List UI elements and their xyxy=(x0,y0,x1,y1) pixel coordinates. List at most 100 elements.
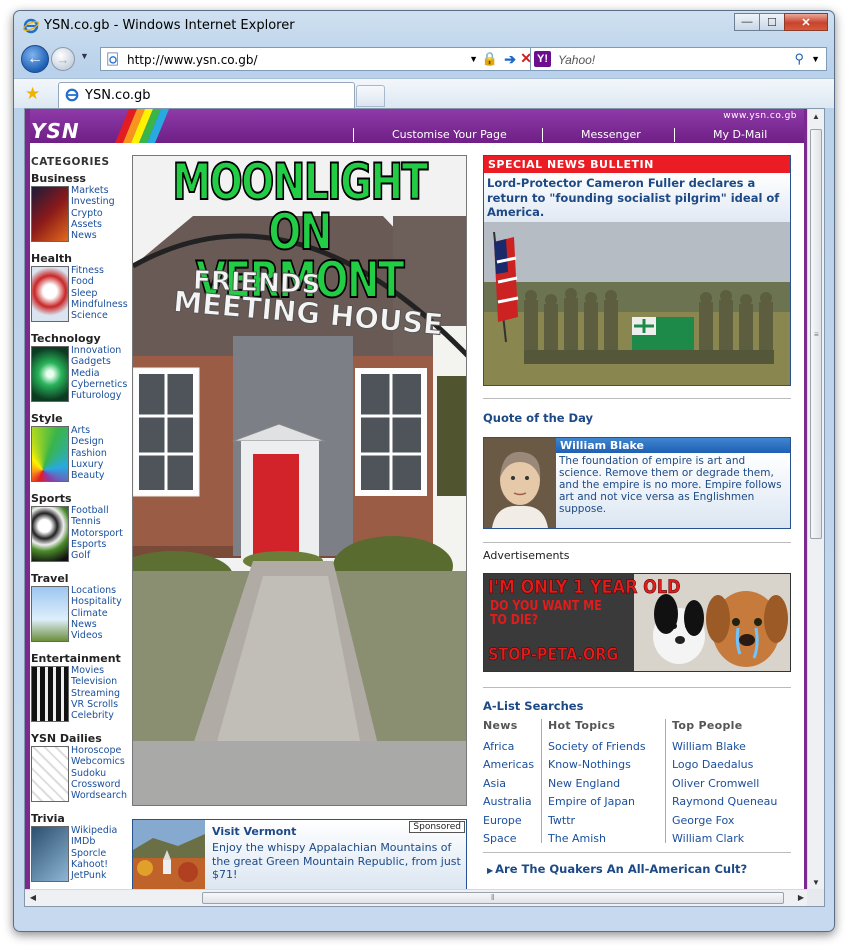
link-horoscope[interactable]: Horoscope xyxy=(71,745,127,756)
link-assets[interactable]: Assets xyxy=(71,219,115,230)
quaker-article-link[interactable]: ▶ Are The Quakers An All-American Cult? xyxy=(487,862,747,876)
link-innovation[interactable]: Innovation xyxy=(71,345,127,356)
search-box[interactable]: Y! Yahoo! ⚲ ▼ xyxy=(530,47,827,71)
maximize-button[interactable]: ☐ xyxy=(759,13,785,31)
health-thumbnail[interactable] xyxy=(31,266,69,322)
link-tennis[interactable]: Tennis xyxy=(71,516,123,527)
link-wikipedia[interactable]: Wikipedia xyxy=(71,825,117,836)
new-tab-button[interactable] xyxy=(356,85,385,107)
favorites-star-icon[interactable]: ★ xyxy=(25,84,40,104)
scroll-up-icon[interactable]: ▲ xyxy=(808,109,824,125)
link-vr-scrolls[interactable]: VR Scrolls xyxy=(71,699,120,710)
alist-link[interactable]: New England xyxy=(548,775,646,793)
scroll-left-icon[interactable]: ◀ xyxy=(25,890,41,906)
category-name[interactable]: Sports xyxy=(31,492,135,505)
sports-thumbnail[interactable] xyxy=(31,506,69,562)
technology-thumbnail[interactable] xyxy=(31,346,69,402)
search-icon[interactable]: ⚲ xyxy=(794,51,804,67)
link-webcomics[interactable]: Webcomics xyxy=(71,756,127,767)
link-crossword[interactable]: Crossword xyxy=(71,779,127,790)
go-icon[interactable]: ➔ xyxy=(504,51,516,68)
link-arts[interactable]: Arts xyxy=(71,425,107,436)
forward-button[interactable]: → xyxy=(51,47,75,71)
link-mindfulness[interactable]: Mindfulness xyxy=(71,299,128,310)
link-esports[interactable]: Esports xyxy=(71,539,123,550)
link-television[interactable]: Television xyxy=(71,676,120,687)
link-imdb[interactable]: IMDb xyxy=(71,836,117,847)
alist-link[interactable]: Americas xyxy=(483,756,534,774)
back-button[interactable]: ← xyxy=(21,45,49,73)
link-crypto[interactable]: Crypto xyxy=(71,208,115,219)
link-streaming[interactable]: Streaming xyxy=(71,688,120,699)
category-name[interactable]: YSN Dailies xyxy=(31,732,135,745)
link-jetpunk[interactable]: JetPunk xyxy=(71,870,117,881)
dailies-thumbnail[interactable] xyxy=(31,746,69,802)
link-football[interactable]: Football xyxy=(71,505,123,516)
style-thumbnail[interactable] xyxy=(31,426,69,482)
link-science[interactable]: Science xyxy=(71,310,128,321)
link-videos[interactable]: Videos xyxy=(71,630,122,641)
alist-link[interactable]: William Blake xyxy=(672,738,777,756)
horizontal-scrollbar[interactable]: ◀ ‖ ▶ xyxy=(25,889,809,906)
link-news[interactable]: News xyxy=(71,230,115,241)
alist-link[interactable]: Society of Friends xyxy=(548,738,646,756)
alist-link[interactable]: Asia xyxy=(483,775,534,793)
alist-link[interactable]: Logo Daedalus xyxy=(672,756,777,774)
category-name[interactable]: Business xyxy=(31,172,135,185)
link-sleep[interactable]: Sleep xyxy=(71,288,128,299)
category-name[interactable]: Technology xyxy=(31,332,135,345)
link-sudoku[interactable]: Sudoku xyxy=(71,768,127,779)
close-button[interactable]: ✕ xyxy=(784,13,828,31)
link-sporcle[interactable]: Sporcle xyxy=(71,848,117,859)
feature-story[interactable]: MOONLIGHT ON VERMONT FRIENDS MEETING HOU… xyxy=(132,155,467,806)
link-luxury[interactable]: Luxury xyxy=(71,459,107,470)
link-design[interactable]: Design xyxy=(71,436,107,447)
entertainment-thumbnail[interactable] xyxy=(31,666,69,722)
category-name[interactable]: Health xyxy=(31,252,135,265)
tab-ysn[interactable]: YSN.co.gb xyxy=(58,82,355,108)
search-dropdown-icon[interactable]: ▼ xyxy=(811,54,820,64)
link-climate[interactable]: Climate xyxy=(71,608,122,619)
link-futurology[interactable]: Futurology xyxy=(71,390,127,401)
address-dropdown-icon[interactable]: ▼ xyxy=(469,54,478,64)
address-bar[interactable]: http://www.ysn.co.gb/ ▼ 🔒 ➔ ✕ xyxy=(100,47,537,71)
alist-link[interactable]: Raymond Queneau xyxy=(672,793,777,811)
alist-link[interactable]: The Amish xyxy=(548,830,646,848)
alist-link[interactable]: Twttr xyxy=(548,812,646,830)
vertical-scrollbar[interactable]: ▲ ≡ ▼ xyxy=(807,109,824,891)
quote-author[interactable]: William Blake xyxy=(556,438,790,453)
advertisement-banner[interactable]: I'M ONLY 1 YEAR OLD DO YOU WANT ME TO DIE… xyxy=(483,573,791,672)
alist-link[interactable]: Empire of Japan xyxy=(548,793,646,811)
link-travel-news[interactable]: News xyxy=(71,619,122,630)
category-name[interactable]: Entertainment xyxy=(31,652,135,665)
alist-link[interactable]: George Fox xyxy=(672,812,777,830)
quaker-article-text[interactable]: Are The Quakers An All-American Cult? xyxy=(495,862,747,876)
link-investing[interactable]: Investing xyxy=(71,196,115,207)
category-name[interactable]: Travel xyxy=(31,572,135,585)
sponsored-title[interactable]: Visit Vermont xyxy=(212,825,296,838)
business-thumbnail[interactable] xyxy=(31,186,69,242)
category-name[interactable]: Trivia xyxy=(31,812,135,825)
alist-link[interactable]: Oliver Cromwell xyxy=(672,775,777,793)
alist-link[interactable]: Space xyxy=(483,830,534,848)
link-wordsearch[interactable]: Wordsearch xyxy=(71,790,127,801)
alist-link[interactable]: Australia xyxy=(483,793,534,811)
alist-link[interactable]: Know-Nothings xyxy=(548,756,646,774)
lock-icon[interactable]: 🔒 xyxy=(482,51,498,67)
alist-link[interactable]: Africa xyxy=(483,738,534,756)
link-cybernetics[interactable]: Cybernetics xyxy=(71,379,127,390)
news-bulletin[interactable]: SPECIAL NEWS BULLETIN Lord-Protector Cam… xyxy=(483,155,791,386)
link-beauty[interactable]: Beauty xyxy=(71,470,107,481)
horizontal-scroll-thumb[interactable]: ‖ xyxy=(202,892,784,904)
vertical-scroll-thumb[interactable]: ≡ xyxy=(810,129,822,539)
alist-link[interactable]: Europe xyxy=(483,812,534,830)
minimize-button[interactable]: — xyxy=(734,13,760,31)
link-kahoot[interactable]: Kahoot! xyxy=(71,859,117,870)
link-hospitality[interactable]: Hospitality xyxy=(71,596,122,607)
link-celebrity[interactable]: Celebrity xyxy=(71,710,120,721)
sponsored-card[interactable]: Sponsored Visit Vermont Enjoy the whispy… xyxy=(132,819,467,891)
category-name[interactable]: Style xyxy=(31,412,135,425)
trivia-thumbnail[interactable] xyxy=(31,826,69,882)
link-golf[interactable]: Golf xyxy=(71,550,123,561)
history-dropdown-icon[interactable]: ▼ xyxy=(80,51,89,61)
